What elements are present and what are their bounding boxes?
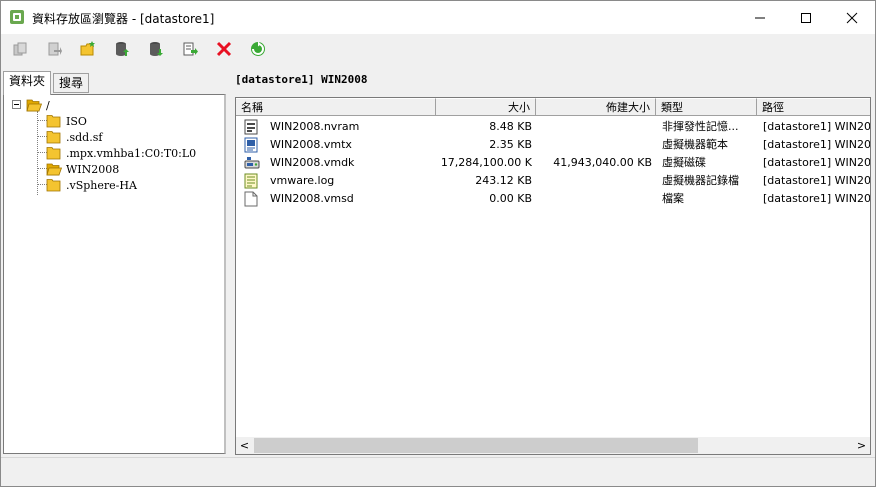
column-header-row: 名稱 大小 佈建大小 類型 路徑 [236,98,870,116]
file-name: vmware.log [270,174,335,187]
file-size: 0.00 KB [489,192,532,205]
open-folder-icon [46,162,63,176]
tree-item-iso[interactable]: ISO [46,113,87,129]
tree-item-label: .vSphere-HA [66,178,137,192]
file-name: WIN2008.nvram [270,120,360,133]
upload-database-icon [114,41,130,57]
delete-button[interactable] [213,38,235,60]
horizontal-scrollbar[interactable]: < > [236,437,870,454]
table-row[interactable]: WIN2008.vmtx 2.35 KB 虛擬機器範本 [datastore1]… [236,136,871,154]
file-provisioned [536,118,652,136]
file-list: 名稱 大小 佈建大小 類型 路徑 WIN2008.nvram 8.48 KB 非… [235,97,871,455]
datastore-browser-window: 資料存放區瀏覽器 - [datastore1] 資料夾 搜尋 / ISO .sd… [0,0,876,487]
tab-strip: 資料夾 搜尋 [1,71,229,95]
log-file-icon [244,173,258,189]
refresh-icon [249,40,267,58]
tree-item-label: / [46,98,50,112]
nvram-file-icon [244,119,258,135]
column-header-provisioned[interactable]: 佈建大小 [536,98,656,116]
folder-tree: / ISO .sdd.sf .mpx.vmhba1:C0:T0:L0 WIN20 [3,94,226,454]
move-button[interactable] [43,38,65,60]
table-row[interactable]: WIN2008.vmdk 17,284,100.00 K 41,943,040.… [236,154,871,172]
current-path: [datastore1] WIN2008 [235,73,368,86]
tab-folders[interactable]: 資料夾 [3,71,52,95]
virtual-disk-icon [244,155,260,171]
tree-item-label: .mpx.vmhba1:C0:T0:L0 [66,146,197,160]
delete-icon [216,41,232,57]
file-name: WIN2008.vmdk [270,156,355,169]
tree-item-win2008[interactable]: WIN2008 [46,161,119,177]
refresh-button[interactable] [247,38,269,60]
file-provisioned: 41,943,040.00 KB [553,156,652,169]
file-path: [datastore1] WIN2008 [763,156,871,169]
file-size: 17,284,100.00 K [440,156,532,169]
column-header-size[interactable]: 大小 [436,98,536,116]
column-header-path[interactable]: 路徑 [757,98,870,116]
copy-button[interactable] [9,38,31,60]
column-header-type[interactable]: 類型 [656,98,757,116]
file-path: [datastore1] WIN2008 [763,174,871,187]
toolbar [1,34,875,64]
upload-button[interactable] [111,38,133,60]
template-file-icon [244,137,258,153]
download-database-icon [148,41,164,57]
table-row[interactable]: vmware.log 243.12 KB 虛擬機器記錄檔 [datastore1… [236,172,871,190]
file-size: 2.35 KB [489,138,532,151]
tree-item-sdd-sf[interactable]: .sdd.sf [46,129,102,145]
folder-icon [46,114,62,128]
minimize-icon [754,12,766,24]
generic-file-icon [244,191,258,207]
file-type: 非揮發性記憶... [662,120,739,133]
register-vm-button[interactable] [179,38,201,60]
copy-icon [12,41,28,57]
file-path: [datastore1] WIN2008 [763,138,871,151]
tree-item-mpx[interactable]: .mpx.vmhba1:C0:T0:L0 [46,145,196,161]
column-header-name[interactable]: 名稱 [236,98,436,116]
window-title: 資料存放區瀏覽器 - [datastore1] [32,12,215,26]
app-icon [9,9,25,25]
scrollbar-thumb[interactable] [254,438,698,453]
file-name: WIN2008.vmsd [270,192,354,205]
tree-collapse-toggle[interactable] [12,100,21,109]
file-provisioned [536,172,652,190]
move-icon [46,41,62,57]
table-row[interactable]: WIN2008.nvram 8.48 KB 非揮發性記憶... [datasto… [236,118,871,136]
tree-item-root[interactable]: / [26,97,50,113]
new-folder-icon [79,40,97,58]
open-folder-icon [26,98,43,112]
register-vm-icon [182,41,198,57]
file-path: [datastore1] WIN2008 [763,192,871,205]
tree-item-label: .sdd.sf [66,130,103,144]
maximize-icon [800,12,812,24]
scroll-right-icon[interactable]: > [853,437,870,454]
maximize-button[interactable] [783,1,829,34]
file-type: 檔案 [662,192,684,205]
folder-icon [46,146,62,160]
title-bar[interactable]: 資料存放區瀏覽器 - [datastore1] [1,1,875,34]
file-type: 虛擬機器範本 [662,138,728,151]
new-folder-button[interactable] [77,38,99,60]
file-provisioned [536,190,652,208]
close-button[interactable] [829,1,875,34]
file-size: 243.12 KB [475,174,532,187]
file-type: 虛擬磁碟 [662,156,706,169]
file-path: [datastore1] WIN2008 [763,120,871,133]
tree-item-label: WIN2008 [66,162,120,176]
file-type: 虛擬機器記錄檔 [662,174,739,187]
file-provisioned [536,136,652,154]
tab-search[interactable]: 搜尋 [53,73,90,93]
file-name: WIN2008.vmtx [270,138,352,151]
status-bar [1,457,875,486]
table-row[interactable]: WIN2008.vmsd 0.00 KB 檔案 [datastore1] WIN… [236,190,871,208]
tree-item-vsphere-ha[interactable]: .vSphere-HA [46,177,137,193]
minimize-button[interactable] [737,1,783,34]
download-button[interactable] [145,38,167,60]
tree-item-label: ISO [66,114,87,128]
scroll-left-icon[interactable]: < [236,437,253,454]
file-size: 8.48 KB [489,120,532,133]
folder-icon [46,130,62,144]
close-icon [846,12,858,24]
folder-icon [46,178,62,192]
